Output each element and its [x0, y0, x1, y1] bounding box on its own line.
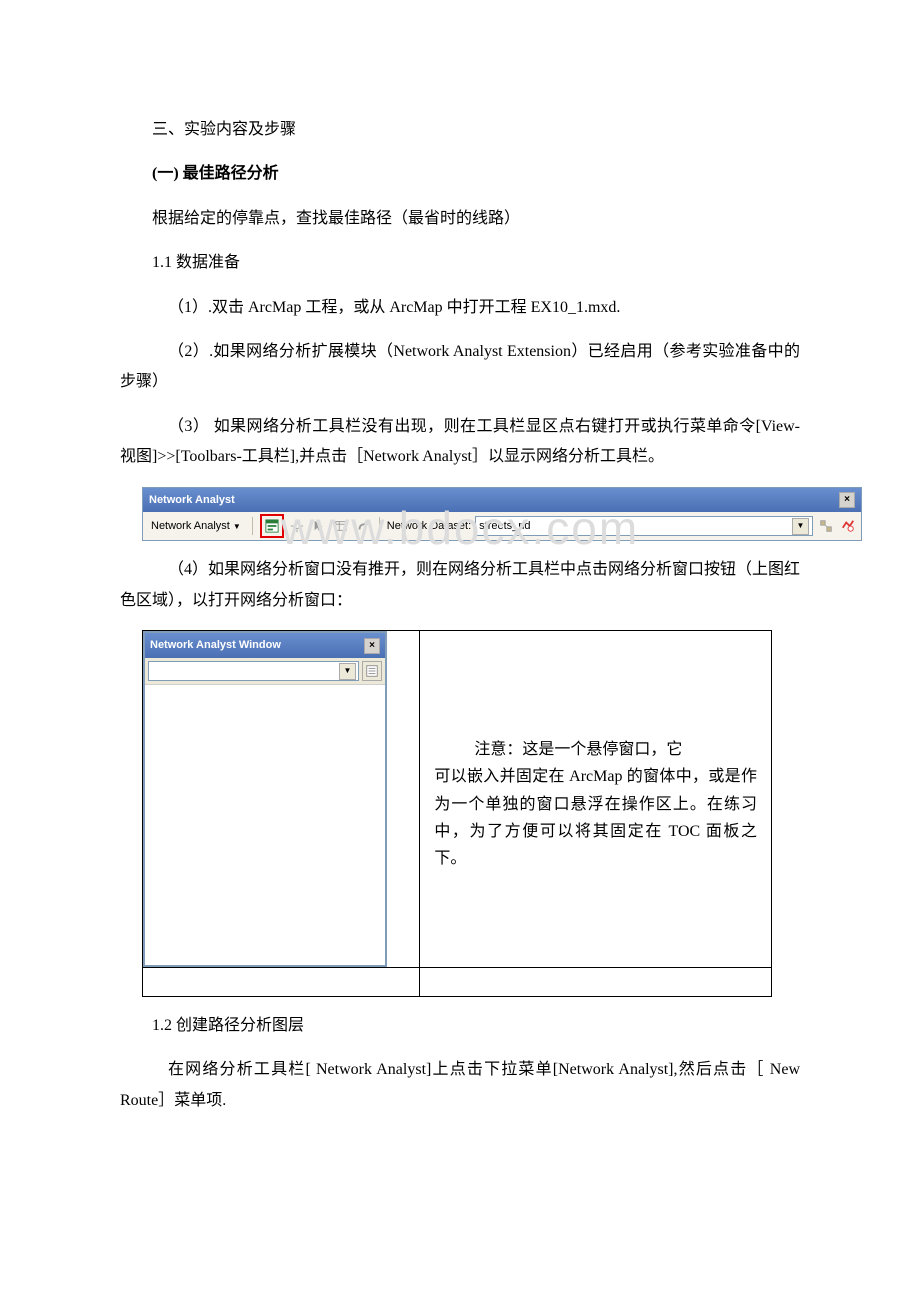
note-line-first: 注意：这是一个悬停窗口，它	[434, 736, 757, 763]
chevron-down-icon: ▼	[339, 663, 356, 680]
figure-left-footer	[143, 968, 420, 997]
step-2: （2）.如果网络分析扩展模块（Network Analyst Extension…	[120, 337, 800, 398]
naw-layer-select[interactable]: ▼	[148, 661, 359, 681]
chevron-down-icon: ▼	[792, 518, 809, 535]
build-network-icon[interactable]	[817, 517, 835, 535]
close-icon[interactable]: ×	[364, 638, 380, 654]
heading-1-2: 1.2 创建路径分析图层	[120, 1011, 800, 1041]
dataset-select[interactable]: streets_nd ▼	[475, 516, 813, 536]
paragraph-1-2: 在网络分析工具栏[ Network Analyst]上点击下拉菜单[Networ…	[120, 1055, 800, 1116]
step-1: （1）.双击 ArcMap 工程，或从 ArcMap 中打开工程 EX10_1.…	[120, 293, 800, 323]
intro-paragraph: 根据给定的停靠点，查找最佳路径（最省时的线路）	[120, 204, 800, 234]
section-heading: 三、实验内容及步骤	[120, 115, 800, 145]
create-network-location-icon[interactable]	[288, 517, 306, 535]
toolbar-title-bar[interactable]: Network Analyst ×	[143, 488, 861, 513]
note-line-rest: 可以嵌入并固定在 ArcMap 的窗体中，或是作为一个单独的窗口悬浮在操作区上。…	[434, 763, 757, 872]
naw-properties-button[interactable]	[362, 661, 382, 681]
figure-note: 注意：这是一个悬停窗口，它 可以嵌入并固定在 ArcMap 的窗体中，或是作为一…	[420, 631, 771, 882]
figure-two-panel: Network Analyst Window × ▼	[142, 630, 772, 997]
subsection-heading: (一) 最佳路径分析	[120, 159, 800, 189]
toolbar-title-text: Network Analyst	[149, 490, 235, 511]
network-analyst-window: Network Analyst Window × ▼	[143, 631, 387, 967]
network-analyst-toolbar: Network Analyst × Network Analyst ▼	[142, 487, 862, 542]
heading-1-1: 1.1 数据准备	[120, 248, 800, 278]
toolbar-row: Network Analyst ▼ Network Data	[143, 512, 861, 540]
separator	[379, 517, 380, 535]
chevron-down-icon: ▼	[233, 519, 241, 534]
directions-icon[interactable]	[354, 517, 372, 535]
identify-network-icon[interactable]	[839, 517, 857, 535]
menu-label: Network Analyst	[151, 516, 230, 537]
figure-right-cell: 注意：这是一个悬停窗口，它 可以嵌入并固定在 ArcMap 的窗体中，或是作为一…	[420, 631, 772, 968]
naw-body	[145, 684, 385, 965]
select-move-icon[interactable]	[310, 517, 328, 535]
solve-icon[interactable]	[332, 517, 350, 535]
figure-left-cell: Network Analyst Window × ▼	[143, 631, 420, 968]
show-window-button-highlight	[260, 514, 284, 538]
dataset-label: Network Dataset:	[387, 516, 471, 537]
step-4: （4）如果网络分析窗口没有推开，则在网络分析工具栏中点击网络分析窗口按钮（上图红…	[120, 555, 800, 616]
naw-title-text: Network Analyst Window	[150, 635, 281, 656]
dataset-value: streets_nd	[479, 516, 530, 537]
naw-toolbar: ▼	[145, 658, 385, 684]
step-3: （3） 如果网络分析工具栏没有出现，则在工具栏显区点右键打开或执行菜单命令[Vi…	[120, 412, 800, 473]
figure-right-footer	[420, 968, 772, 997]
document-page: 三、实验内容及步骤 (一) 最佳路径分析 根据给定的停靠点，查找最佳路径（最省时…	[0, 0, 920, 1302]
close-icon[interactable]: ×	[839, 492, 855, 508]
naw-title-bar[interactable]: Network Analyst Window ×	[145, 633, 385, 658]
network-analyst-menu[interactable]: Network Analyst ▼	[147, 517, 245, 535]
separator	[252, 517, 253, 535]
network-analyst-window-icon[interactable]	[263, 517, 281, 535]
